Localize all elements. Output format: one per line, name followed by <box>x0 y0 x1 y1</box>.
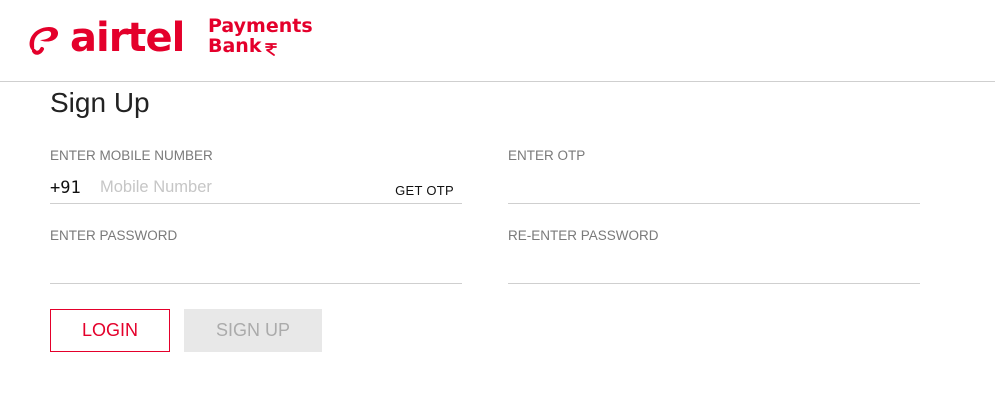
sign-up-button[interactable]: SIGN UP <box>184 309 322 352</box>
otp-label: ENTER OTP <box>508 148 586 163</box>
otp-input[interactable] <box>508 172 920 202</box>
country-code-prefix: +91 <box>50 178 81 198</box>
login-button[interactable]: LOGIN <box>50 309 170 352</box>
mobile-number-input[interactable] <box>100 173 380 201</box>
otp-underline <box>508 203 920 204</box>
airtel-swirl-icon <box>29 26 59 55</box>
brand-subtitle: Payments Bank <box>208 16 313 56</box>
brand-subtitle-line2: Bank <box>208 35 262 57</box>
mobile-number-underline <box>50 203 462 204</box>
brand-subtitle-line1: Payments <box>208 15 313 37</box>
get-otp-button[interactable]: GET OTP <box>395 183 454 198</box>
confirm-password-label: RE-ENTER PASSWORD <box>508 228 659 243</box>
confirm-password-field: RE-ENTER PASSWORD <box>508 228 920 286</box>
mobile-number-label: ENTER MOBILE NUMBER <box>50 148 213 163</box>
password-underline <box>50 283 462 284</box>
password-field: ENTER PASSWORD <box>50 228 462 286</box>
mobile-number-field: ENTER MOBILE NUMBER +91 GET OTP <box>50 148 462 206</box>
confirm-password-underline <box>508 283 920 284</box>
page-title: Sign Up <box>50 87 150 118</box>
confirm-password-input[interactable] <box>508 252 920 282</box>
header: airtel Payments Bank <box>0 0 995 82</box>
password-label: ENTER PASSWORD <box>50 228 178 243</box>
brand-name: airtel <box>70 15 185 61</box>
otp-field: ENTER OTP <box>508 148 920 206</box>
password-input[interactable] <box>50 252 462 282</box>
rupee-icon <box>265 43 277 56</box>
